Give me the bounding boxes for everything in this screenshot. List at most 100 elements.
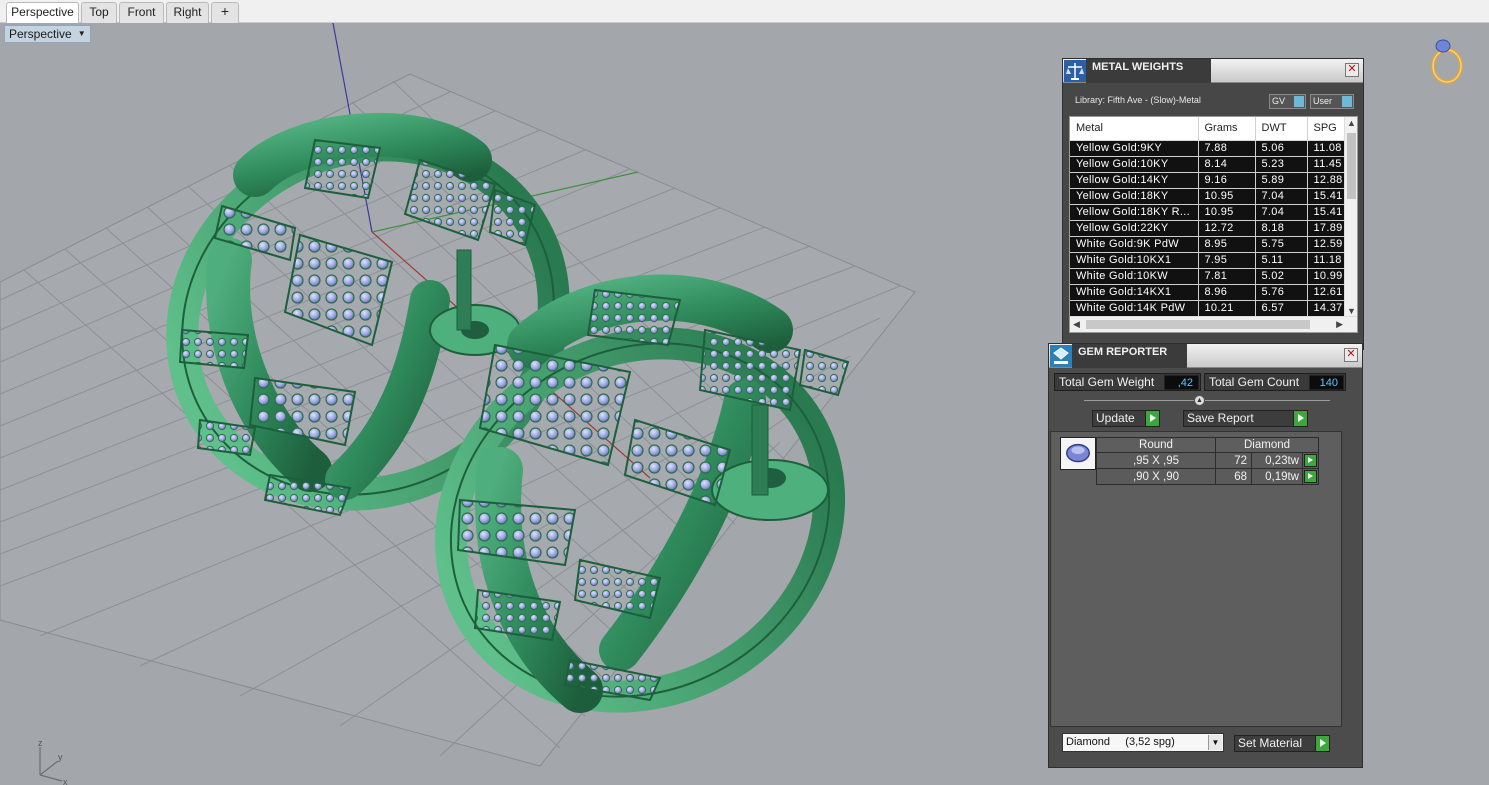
play-icon <box>1293 411 1307 426</box>
spg-cell: 12.61 <box>1307 284 1348 301</box>
gem-row[interactable]: ,95 X ,95 72 0,23tw <box>1096 452 1319 469</box>
play-icon <box>1145 411 1159 426</box>
metal-name-cell: Yellow Gold:14KY <box>1070 172 1199 189</box>
user-toggle-label: User <box>1313 96 1333 106</box>
gem-select-cell <box>1302 468 1319 485</box>
plus-icon[interactable]: + <box>211 2 239 23</box>
scroll-left-icon[interactable]: ◀ <box>1073 319 1080 330</box>
scroll-up-icon[interactable]: ▲ <box>1347 118 1356 128</box>
update-button-label: Update <box>1096 411 1135 425</box>
svg-text:x: x <box>63 777 68 785</box>
gem-reporter-titlebar[interactable]: GEM REPORTER ✕ <box>1049 344 1362 368</box>
gem-reporter-title: GEM REPORTER <box>1072 344 1187 368</box>
table-row[interactable]: Yellow Gold:18KY 10.95 7.04 15.41 <box>1070 188 1348 205</box>
scroll-down-icon[interactable]: ▼ <box>1347 306 1356 316</box>
spg-cell: 10.99 <box>1307 268 1348 285</box>
viewport-label-text: Perspective <box>9 27 72 41</box>
table-row[interactable]: White Gold:10KX1 7.95 5.11 11.18 <box>1070 252 1348 269</box>
scale-icon <box>1064 60 1086 82</box>
material-select[interactable]: Diamond (3,52 spg) ▼ <box>1062 733 1224 752</box>
metal-name-cell: Yellow Gold:9KY <box>1070 140 1199 157</box>
table-row[interactable]: Yellow Gold:18KY R... 10.95 7.04 15.41 <box>1070 204 1348 221</box>
close-icon[interactable]: ✕ <box>1345 63 1359 77</box>
gem-weight-cell: 0,23tw <box>1251 452 1303 469</box>
spg-cell: 11.45 <box>1307 156 1348 173</box>
metal-name-cell: White Gold:14K PdW <box>1070 300 1199 317</box>
svg-text:y: y <box>58 752 63 762</box>
scroll-right-icon[interactable]: ▶ <box>1336 319 1343 330</box>
dwt-cell: 8.18 <box>1255 220 1308 237</box>
viewport-label[interactable]: Perspective ▼ <box>4 25 91 43</box>
dwt-cell: 5.23 <box>1255 156 1308 173</box>
table-row[interactable]: White Gold:9K PdW 8.95 5.75 12.59 <box>1070 236 1348 253</box>
dwt-cell: 5.75 <box>1255 236 1308 253</box>
gem-list-area: Round Diamond ,95 X ,95 72 0,23tw ,90 X ,90… <box>1050 431 1342 727</box>
metal-name-cell: Yellow Gold:10KY <box>1070 156 1199 173</box>
grams-cell: 7.95 <box>1198 252 1256 269</box>
table-row[interactable]: White Gold:14K PdW 10.21 6.57 14.37 <box>1070 300 1348 317</box>
user-toggle[interactable]: User <box>1310 94 1354 109</box>
gem-count-cell: 72 <box>1215 452 1252 469</box>
tab-top[interactable]: Top <box>81 2 117 23</box>
dwt-cell: 7.04 <box>1255 204 1308 221</box>
table-row[interactable]: White Gold:10KW 7.81 5.02 10.99 <box>1070 268 1348 285</box>
grams-cell: 7.88 <box>1198 140 1256 157</box>
table-row[interactable]: Yellow Gold:9KY 7.88 5.06 11.08 <box>1070 140 1348 157</box>
table-row[interactable]: Yellow Gold:22KY 12.72 8.18 17.89 <box>1070 220 1348 237</box>
tab-front[interactable]: Front <box>119 2 164 23</box>
grams-cell: 8.95 <box>1198 236 1256 253</box>
gem-grid: Round Diamond ,95 X ,95 72 0,23tw ,90 X ,90… <box>1096 437 1319 485</box>
metal-table: Metal Grams DWT SPG Yellow Gold:9KY 7.88 5… <box>1070 117 1348 317</box>
save-report-button[interactable]: Save Report <box>1183 410 1308 427</box>
tab-perspective[interactable]: Perspective <box>6 2 79 24</box>
metal-name-cell: White Gold:9K PdW <box>1070 236 1199 253</box>
close-icon[interactable]: ✕ <box>1344 348 1358 362</box>
grams-cell: 8.96 <box>1198 284 1256 301</box>
column-header-metal[interactable]: Metal <box>1070 117 1199 141</box>
table-row[interactable]: White Gold:14KX1 8.96 5.76 12.61 <box>1070 284 1348 301</box>
dwt-cell: 6.57 <box>1255 300 1308 317</box>
metal-library-label: Library: Fifth Ave - (Slow)-Metal <box>1075 95 1201 105</box>
gv-toggle[interactable]: GV <box>1269 94 1306 109</box>
spg-cell: 12.88 <box>1307 172 1348 189</box>
table-row[interactable]: Yellow Gold:10KY 8.14 5.23 11.45 <box>1070 156 1348 173</box>
gem-weight-cell: 0,19tw <box>1251 468 1303 485</box>
slider-knob-icon[interactable]: ▲ <box>1194 395 1205 406</box>
grams-cell: 10.95 <box>1198 188 1256 205</box>
metal-horizontal-scrollbar[interactable]: ◀ ▶ <box>1070 316 1357 332</box>
play-icon[interactable] <box>1304 454 1317 467</box>
metal-name-cell: Yellow Gold:18KY <box>1070 188 1199 205</box>
gem-shape-header: Round <box>1096 437 1216 453</box>
grams-cell: 9.16 <box>1198 172 1256 189</box>
column-header-grams[interactable]: Grams <box>1198 117 1256 141</box>
column-header-spg[interactable]: SPG <box>1307 117 1348 141</box>
brand-ring-logo-icon <box>1431 39 1463 84</box>
update-button[interactable]: Update <box>1092 410 1160 427</box>
dwt-cell: 5.89 <box>1255 172 1308 189</box>
gem-row[interactable]: ,90 X ,90 68 0,19tw <box>1096 468 1319 485</box>
panel-split-slider[interactable] <box>1084 400 1330 401</box>
set-material-button-label: Set Material <box>1238 736 1303 750</box>
total-gem-weight-value: ,42 <box>1164 375 1199 390</box>
viewport-tab-bar: Perspective Top Front Right + <box>0 0 1489 24</box>
chevron-down-icon[interactable]: ▼ <box>1208 735 1222 750</box>
tab-right[interactable]: Right <box>166 2 209 23</box>
metal-name-cell: White Gold:10KW <box>1070 268 1199 285</box>
spg-cell: 15.41 <box>1307 204 1348 221</box>
spg-cell: 11.18 <box>1307 252 1348 269</box>
table-row[interactable]: Yellow Gold:14KY 9.16 5.89 12.88 <box>1070 172 1348 189</box>
metal-name-cell: Yellow Gold:22KY <box>1070 220 1199 237</box>
metal-vertical-scrollbar[interactable]: ▲ ▼ <box>1344 117 1357 317</box>
gem-select-cell <box>1302 452 1319 469</box>
set-material-button[interactable]: Set Material <box>1234 735 1330 752</box>
chevron-down-icon[interactable]: ▼ <box>78 26 86 42</box>
round-gem-thumbnail-icon[interactable] <box>1060 437 1096 470</box>
play-icon[interactable] <box>1304 470 1317 483</box>
metal-weights-titlebar[interactable]: METAL WEIGHTS ✕ <box>1063 59 1363 83</box>
metal-table-container[interactable]: Metal Grams DWT SPG Yellow Gold:9KY 7.88 5… <box>1069 116 1358 333</box>
gv-toggle-label: GV <box>1272 96 1286 106</box>
spg-cell: 15.41 <box>1307 188 1348 205</box>
dwt-cell: 7.04 <box>1255 188 1308 205</box>
column-header-dwt[interactable]: DWT <box>1255 117 1308 141</box>
app-window: Perspective Top Front Right + Perspectiv… <box>0 0 1489 785</box>
